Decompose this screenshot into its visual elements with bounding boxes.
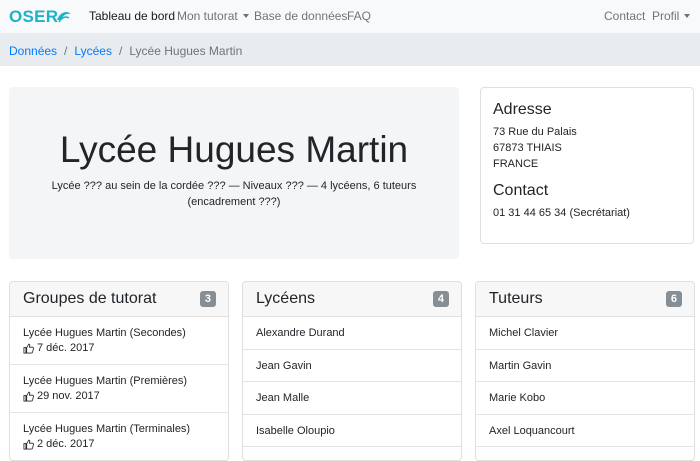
navbar: OSER Tableau de bord Mon tutorat Base de… (0, 0, 700, 34)
nav-dashboard[interactable]: Tableau de bord (89, 9, 175, 23)
address-line: FRANCE (493, 158, 539, 170)
list-item[interactable]: Jean Gavin (243, 350, 461, 382)
nav-contact[interactable]: Contact (604, 9, 645, 23)
group-date: 7 déc. 2017 (37, 342, 95, 354)
nav-profile-dropdown[interactable]: Profil (652, 9, 691, 23)
groups-card-header: Groupes de tutorat 3 (10, 282, 228, 317)
group-date: 29 nov. 2017 (37, 390, 100, 402)
breadcrumb-separator: / (118, 44, 123, 58)
list-item[interactable]: Alexandre Durand (243, 317, 461, 350)
count-badge: 6 (665, 291, 682, 307)
school-header: Lycée Hugues Martin Lycée ??? au sein de… (9, 87, 459, 259)
brand-text: OSER (9, 7, 59, 26)
breadcrumb-current: Lycée Hugues Martin (129, 44, 243, 58)
caret-down-icon (242, 14, 249, 18)
group-name: Lycée Hugues Martin (Secondes) (23, 327, 186, 339)
list-item[interactable]: Axel Loquancourt (476, 415, 694, 447)
list-item[interactable]: Marie Kobo (476, 382, 694, 415)
nav-tutoring-dropdown[interactable]: Mon tutorat (177, 9, 249, 23)
groups-card: Groupes de tutorat 3 Lycée Hugues Martin… (9, 281, 229, 461)
breadcrumb-link-schools[interactable]: Lycées (74, 44, 112, 58)
thumbs-up-icon (23, 391, 34, 402)
list-item[interactable]: Lycée Hugues Martin (Premières) 29 nov. … (10, 365, 228, 413)
list-item[interactable]: Isabelle Oloupio (243, 415, 461, 447)
tutors-card: Tuteurs 6 Michel Clavier Martin Gavin Ma… (475, 281, 695, 461)
nav-database[interactable]: Base de données (254, 9, 347, 23)
group-date-row: 7 déc. 2017 (23, 341, 215, 356)
school-summary-line: Lycée ??? au sein de la cordée ??? — Niv… (51, 180, 417, 192)
breadcrumb-link-data[interactable]: Données (9, 44, 57, 58)
group-date: 2 déc. 2017 (37, 438, 95, 450)
count-badge: 4 (432, 291, 449, 307)
phone-number: 01 31 44 65 34 (Secrétariat) (493, 207, 630, 219)
thumbs-up-icon (23, 343, 34, 354)
address-card: Adresse 73 Rue du Palais 67873 THIAIS FR… (480, 87, 694, 244)
school-summary: Lycée ??? au sein de la cordée ??? — Niv… (49, 178, 419, 210)
group-date-row: 2 déc. 2017 (23, 437, 215, 452)
address-heading: Adresse (493, 101, 552, 118)
brand-wave-icon (57, 12, 72, 23)
list-item[interactable]: Michel Clavier (476, 317, 694, 350)
list-item[interactable]: Martin Gavin (476, 350, 694, 382)
school-summary-line: (encadrement ???) (187, 196, 281, 208)
contact-heading: Contact (493, 182, 549, 199)
breadcrumb-separator: / (64, 44, 68, 58)
groups-card-title: Groupes de tutorat (23, 290, 157, 307)
group-date-row: 29 nov. 2017 (23, 389, 215, 404)
breadcrumb: Données / Lycées / Lycée Hugues Martin (0, 34, 700, 66)
students-card-header: Lycéens 4 (243, 282, 461, 317)
nav-tutoring-label: Mon tutorat (177, 9, 238, 23)
tutors-card-header: Tuteurs 6 (476, 282, 694, 317)
caret-down-icon (684, 14, 691, 18)
list-item[interactable]: Lycée Hugues Martin (Secondes) 7 déc. 20… (10, 317, 228, 365)
nav-profile-label: Profil (652, 9, 680, 23)
brand-logo[interactable]: OSER (9, 6, 72, 28)
students-card: Lycéens 4 Alexandre Durand Jean Gavin Je… (242, 281, 462, 461)
address-line: 73 Rue du Palais (493, 126, 577, 138)
count-badge: 3 (199, 291, 216, 307)
group-name: Lycée Hugues Martin (Terminales) (23, 423, 191, 435)
students-card-title: Lycéens (256, 290, 315, 307)
list-item[interactable]: Jean Malle (243, 382, 461, 415)
address-line: 67873 THIAIS (493, 142, 562, 154)
nav-faq[interactable]: FAQ (347, 9, 371, 23)
page-title: Lycée Hugues Martin (59, 129, 409, 170)
tutors-card-title: Tuteurs (489, 290, 543, 307)
group-name: Lycée Hugues Martin (Premières) (23, 375, 188, 387)
thumbs-up-icon (23, 439, 34, 450)
